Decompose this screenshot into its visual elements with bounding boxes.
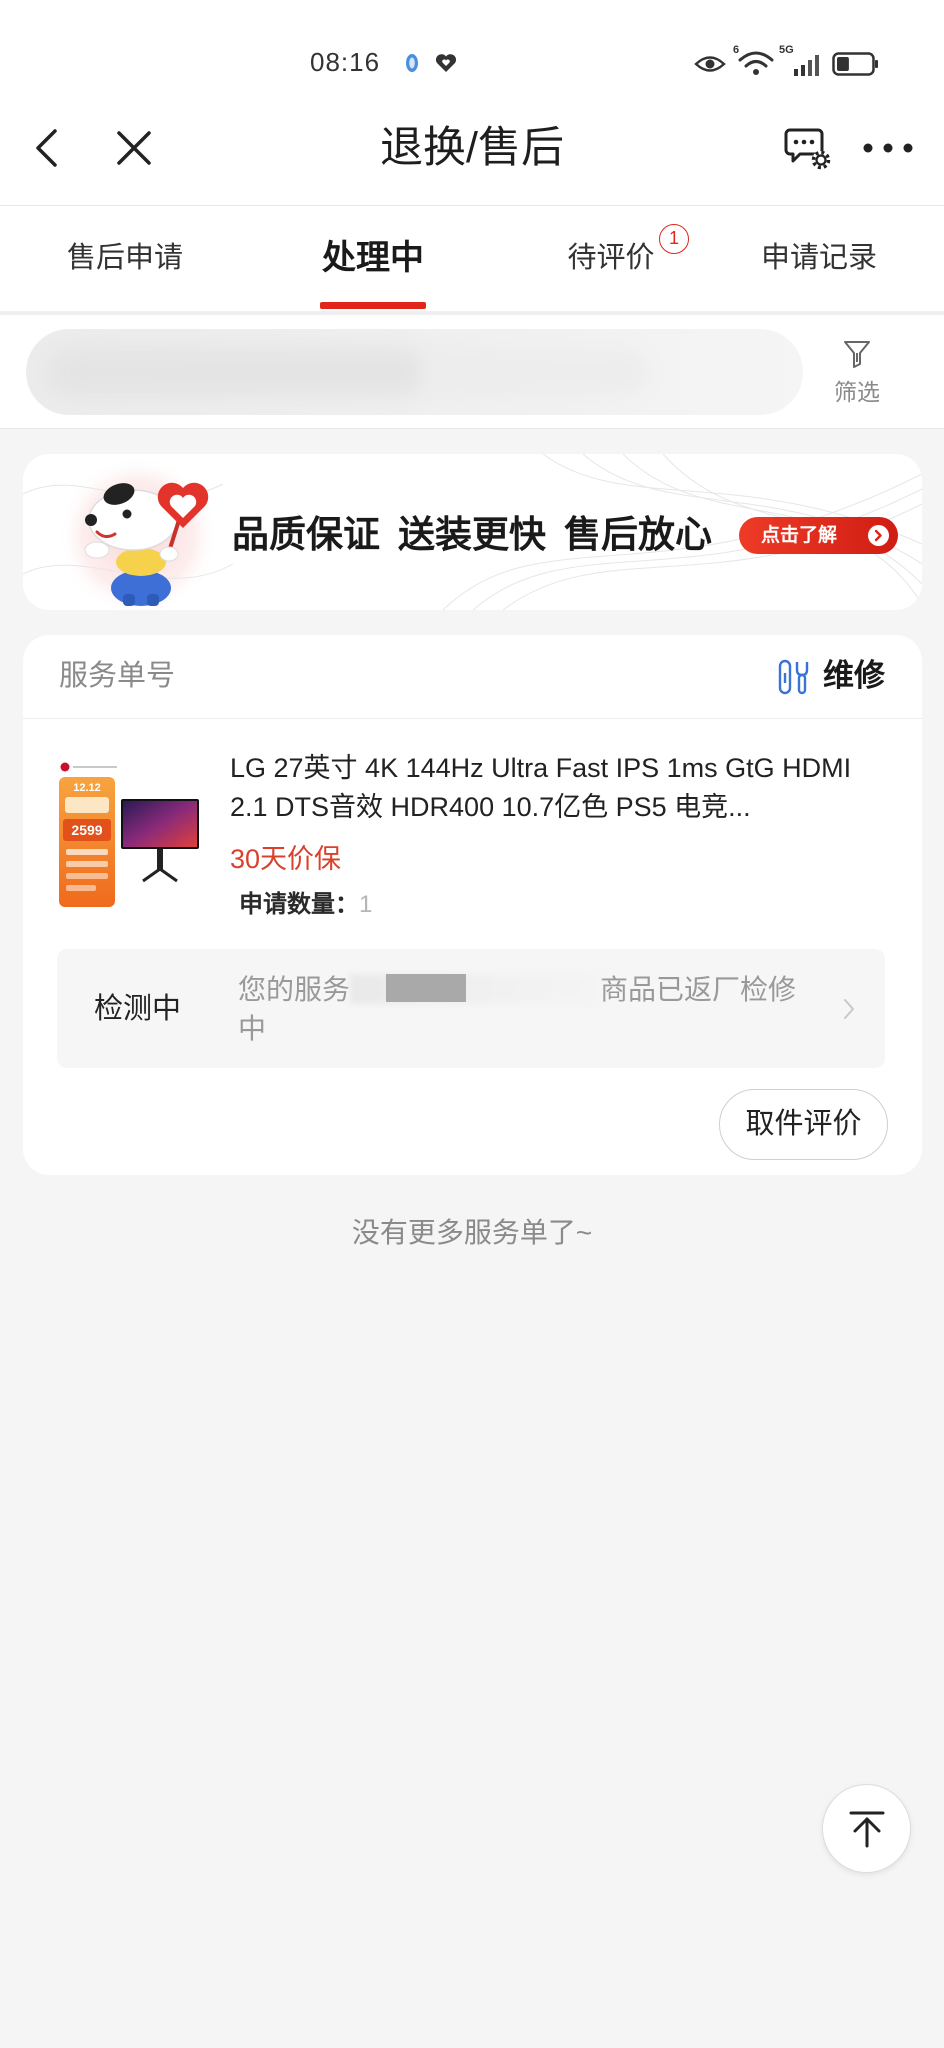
- heart-icon: [435, 54, 457, 72]
- product-title[interactable]: LG 27英寸 4K 144Hz Ultra Fast IPS 1ms GtG …: [230, 749, 885, 827]
- filter-button[interactable]: 筛选: [812, 334, 902, 414]
- tab-pending-review[interactable]: 待评价: [493, 238, 729, 278]
- card-divider: [23, 718, 922, 719]
- slogan-delivery: 送装更快: [398, 514, 546, 555]
- more-dots-icon[interactable]: [862, 142, 914, 154]
- learn-more-label: 点击了解: [761, 525, 838, 546]
- tab-processing[interactable]: 处理中: [255, 238, 491, 278]
- status-time: 08:16: [310, 47, 381, 77]
- pending-review-badge: 1: [659, 224, 689, 254]
- arrow-right-circle-icon: [868, 525, 889, 546]
- chevron-right-icon: [844, 999, 854, 1019]
- learn-more-button[interactable]: 点击了解: [739, 517, 898, 554]
- pickup-review-button[interactable]: 取件评价: [719, 1089, 888, 1160]
- battery-icon: [832, 52, 878, 76]
- banner-slogan: 品质保证 送装更快 售后放心: [232, 512, 730, 558]
- promo-price-text: 2599: [71, 822, 102, 838]
- header-divider: [0, 205, 944, 206]
- promo-date-text: 12.12: [73, 782, 101, 794]
- search-box[interactable]: [26, 329, 803, 415]
- filter-label: 筛选: [834, 379, 880, 405]
- service-number-label: 服务单号: [59, 660, 176, 692]
- chat-settings-icon[interactable]: [784, 126, 832, 172]
- repair-tools-icon: [778, 659, 809, 695]
- quantity-value: 1: [359, 891, 373, 918]
- tabs-separator: [0, 311, 944, 315]
- status-message-prefix: 您的服务: [238, 974, 351, 1005]
- signal-icon: [794, 55, 819, 76]
- slogan-quality: 品质保证: [232, 514, 380, 555]
- blurred-search-content: [426, 351, 646, 393]
- arrow-up-to-top-icon: [849, 1811, 885, 1848]
- status-message: 您的服务 商品已返厂检修中: [238, 970, 816, 1048]
- service-type: 维修: [823, 658, 885, 693]
- battery-fill: [837, 57, 849, 71]
- redacted-service-number: [350, 974, 601, 1004]
- no-more-orders-text: 没有更多服务单了~: [351, 1217, 593, 1248]
- eye-icon: [694, 56, 726, 72]
- mascot-joy-image: [84, 482, 209, 606]
- funnel-icon: [844, 341, 870, 368]
- service-order-card: 服务单号 维修 12.12 2599 LG 27英寸 4K 144Hz Ultr…: [23, 635, 922, 1175]
- slogan-service: 售后放心: [564, 514, 712, 555]
- back-to-top-button[interactable]: [822, 1784, 911, 1873]
- tab-apply-records[interactable]: 申请记录: [701, 238, 937, 278]
- service-status-box[interactable]: 检测中 您的服务 商品已返厂检修中: [57, 949, 885, 1068]
- blurred-search-content: [46, 347, 426, 397]
- app-root: 08:16 6 5G 退换/售后 售后申请 处理中 待评价 申请记录 1 筛选 …: [0, 0, 944, 2048]
- app-notification-icon: [406, 54, 418, 72]
- active-tab-indicator: [320, 302, 426, 309]
- tab-after-sales-apply[interactable]: 售后申请: [7, 238, 243, 278]
- search-separator: [0, 428, 944, 429]
- quantity-label: 申请数量：: [239, 891, 359, 918]
- status-label: 检测中: [94, 993, 182, 1025]
- product-image[interactable]: 12.12 2599: [57, 757, 202, 907]
- price-protection-tag: 30天价保: [230, 844, 342, 874]
- wifi-icon: [738, 51, 774, 75]
- quantity-row: 申请数量：1: [239, 890, 372, 920]
- promo-banner[interactable]: 品质保证 送装更快 售后放心 点击了解: [23, 454, 922, 610]
